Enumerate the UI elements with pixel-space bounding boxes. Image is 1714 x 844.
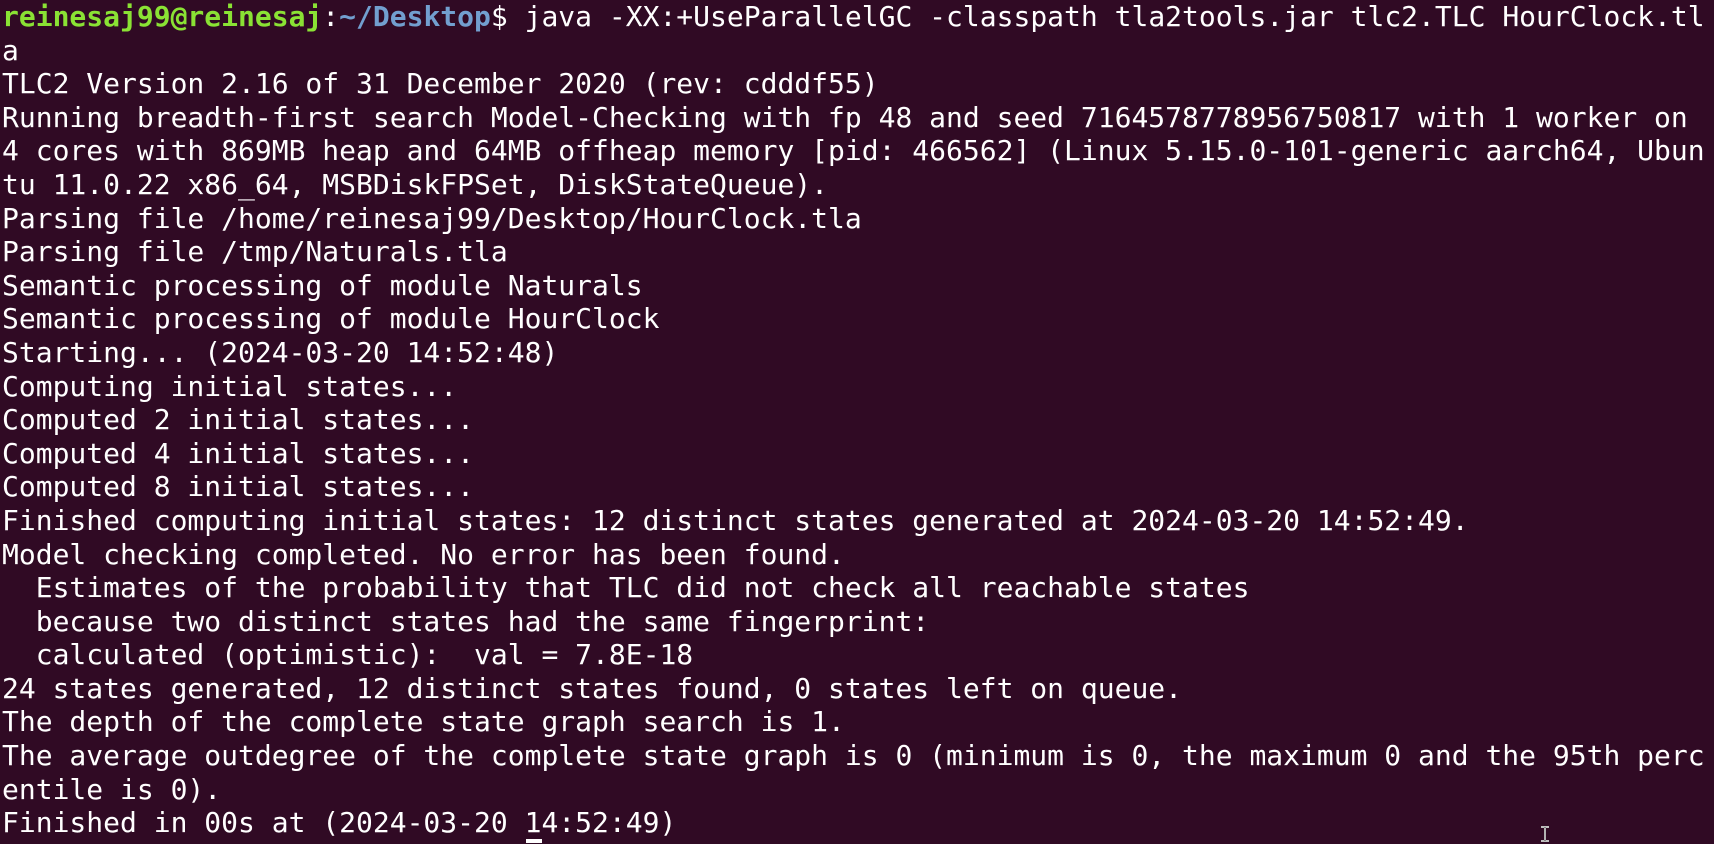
ibeam-pointer-icon: [1541, 826, 1549, 842]
output-line: Finished in 00s at (2024-03-20 14:52:49): [2, 806, 677, 840]
output-line: 24 states generated, 12 distinct states …: [2, 671, 1183, 705]
output-line: Model checking completed. No error has b…: [2, 537, 845, 571]
output-line: Computed 4 initial states...: [2, 436, 475, 470]
prompt-separator: :: [322, 0, 340, 33]
output-line: Parsing file /tmp/Naturals.tla: [2, 235, 508, 269]
output-line: tu 11.0.22 x86_64, MSBDiskFPSet, DiskSta…: [2, 167, 829, 201]
output-line: 4 cores with 869MB heap and 64MB offheap…: [2, 134, 1705, 168]
output-line: Starting... (2024-03-20 14:52:48): [2, 335, 559, 369]
output-line: The depth of the complete state graph se…: [2, 705, 845, 739]
output-line: Computing initial states...: [2, 369, 458, 403]
output-line: because two distinct states had the same…: [2, 604, 930, 638]
output-line: a: [2, 33, 19, 67]
output-line: Computed 8 initial states...: [2, 470, 475, 504]
output-line: Semantic processing of module HourClock: [2, 302, 660, 336]
prompt-symbol: $: [490, 0, 525, 33]
output-line: Semantic processing of module Naturals: [2, 268, 643, 302]
output-line: calculated (optimistic): val = 7.8E-18: [2, 638, 694, 672]
prompt-line: reinesaj99@reinesaj:~/Desktop$ java -XX:…: [2, 0, 1714, 34]
prompt-user-host: reinesaj99@reinesaj: [2, 0, 323, 33]
output-line: Computed 2 initial states...: [2, 403, 475, 437]
output-line: TLC2 Version 2.16 of 31 December 2020 (r…: [2, 67, 879, 101]
output-line: Parsing file /home/reinesaj99/Desktop/Ho…: [2, 201, 862, 235]
prompt-path: ~/Desktop: [339, 0, 491, 33]
prompt-command: java -XX:+UseParallelGC -classpath tla2t…: [524, 0, 1705, 33]
output-line: The average outdegree of the complete st…: [2, 739, 1705, 773]
terminal-window[interactable]: reinesaj99@reinesaj:~/Desktop$ java -XX:…: [0, 0, 1714, 844]
output-line: Running breadth-first search Model-Check…: [2, 100, 1688, 134]
text-cursor-icon: [526, 839, 542, 843]
output-line: Estimates of the probability that TLC di…: [2, 571, 1250, 605]
output-line: Finished computing initial states: 12 di…: [2, 503, 1469, 537]
output-line: entile is 0).: [2, 772, 222, 806]
